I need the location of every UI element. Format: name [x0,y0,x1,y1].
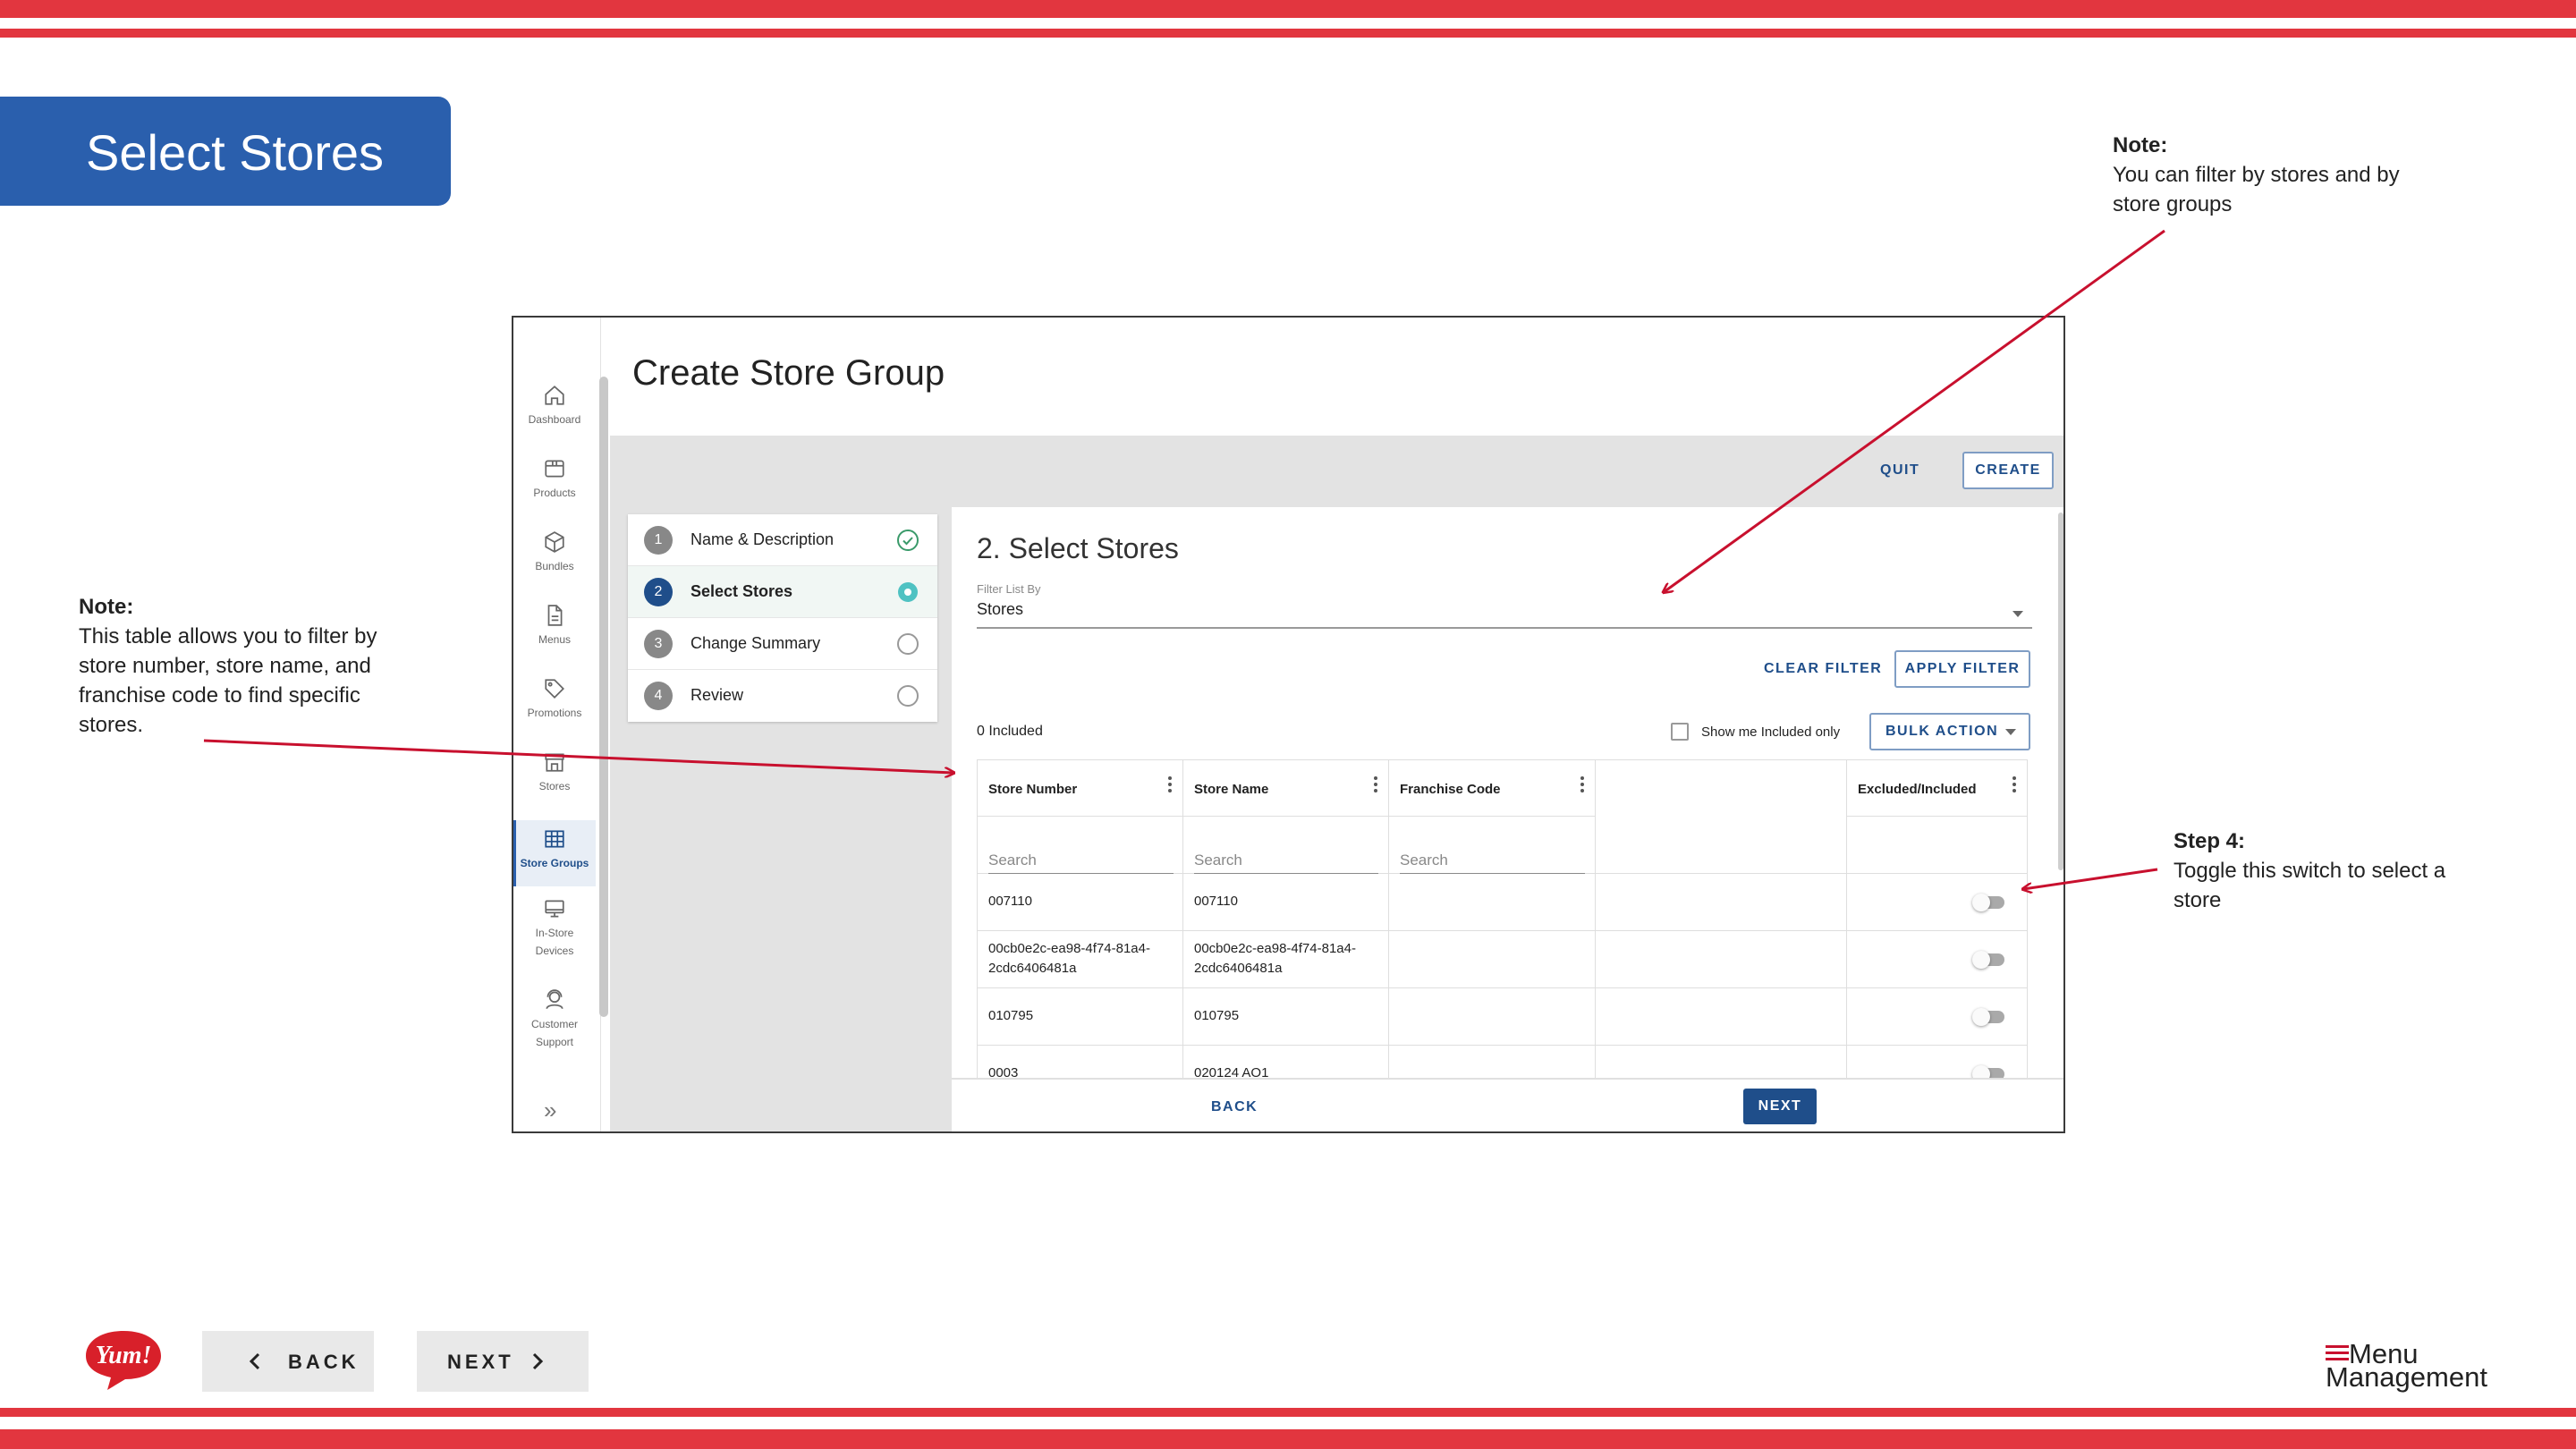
slide-next-button[interactable]: NEXT [417,1331,589,1392]
chevron-right-icon [532,1352,544,1370]
logo-word-management: Management [2326,1361,2487,1393]
chevron-left-icon [249,1352,260,1370]
arrow-to-toggle [2023,868,2158,889]
slide-back-label: BACK [288,1351,360,1373]
annotation-arrows [203,229,2165,1449]
arrow-to-table [203,739,953,773]
slide-next-label: NEXT [447,1351,514,1373]
arrow-to-filter [1664,229,2165,592]
svg-text:Yum!: Yum! [96,1342,152,1369]
slide-back-button[interactable]: BACK [202,1331,374,1392]
yum-logo: Yum! [86,1331,161,1390]
